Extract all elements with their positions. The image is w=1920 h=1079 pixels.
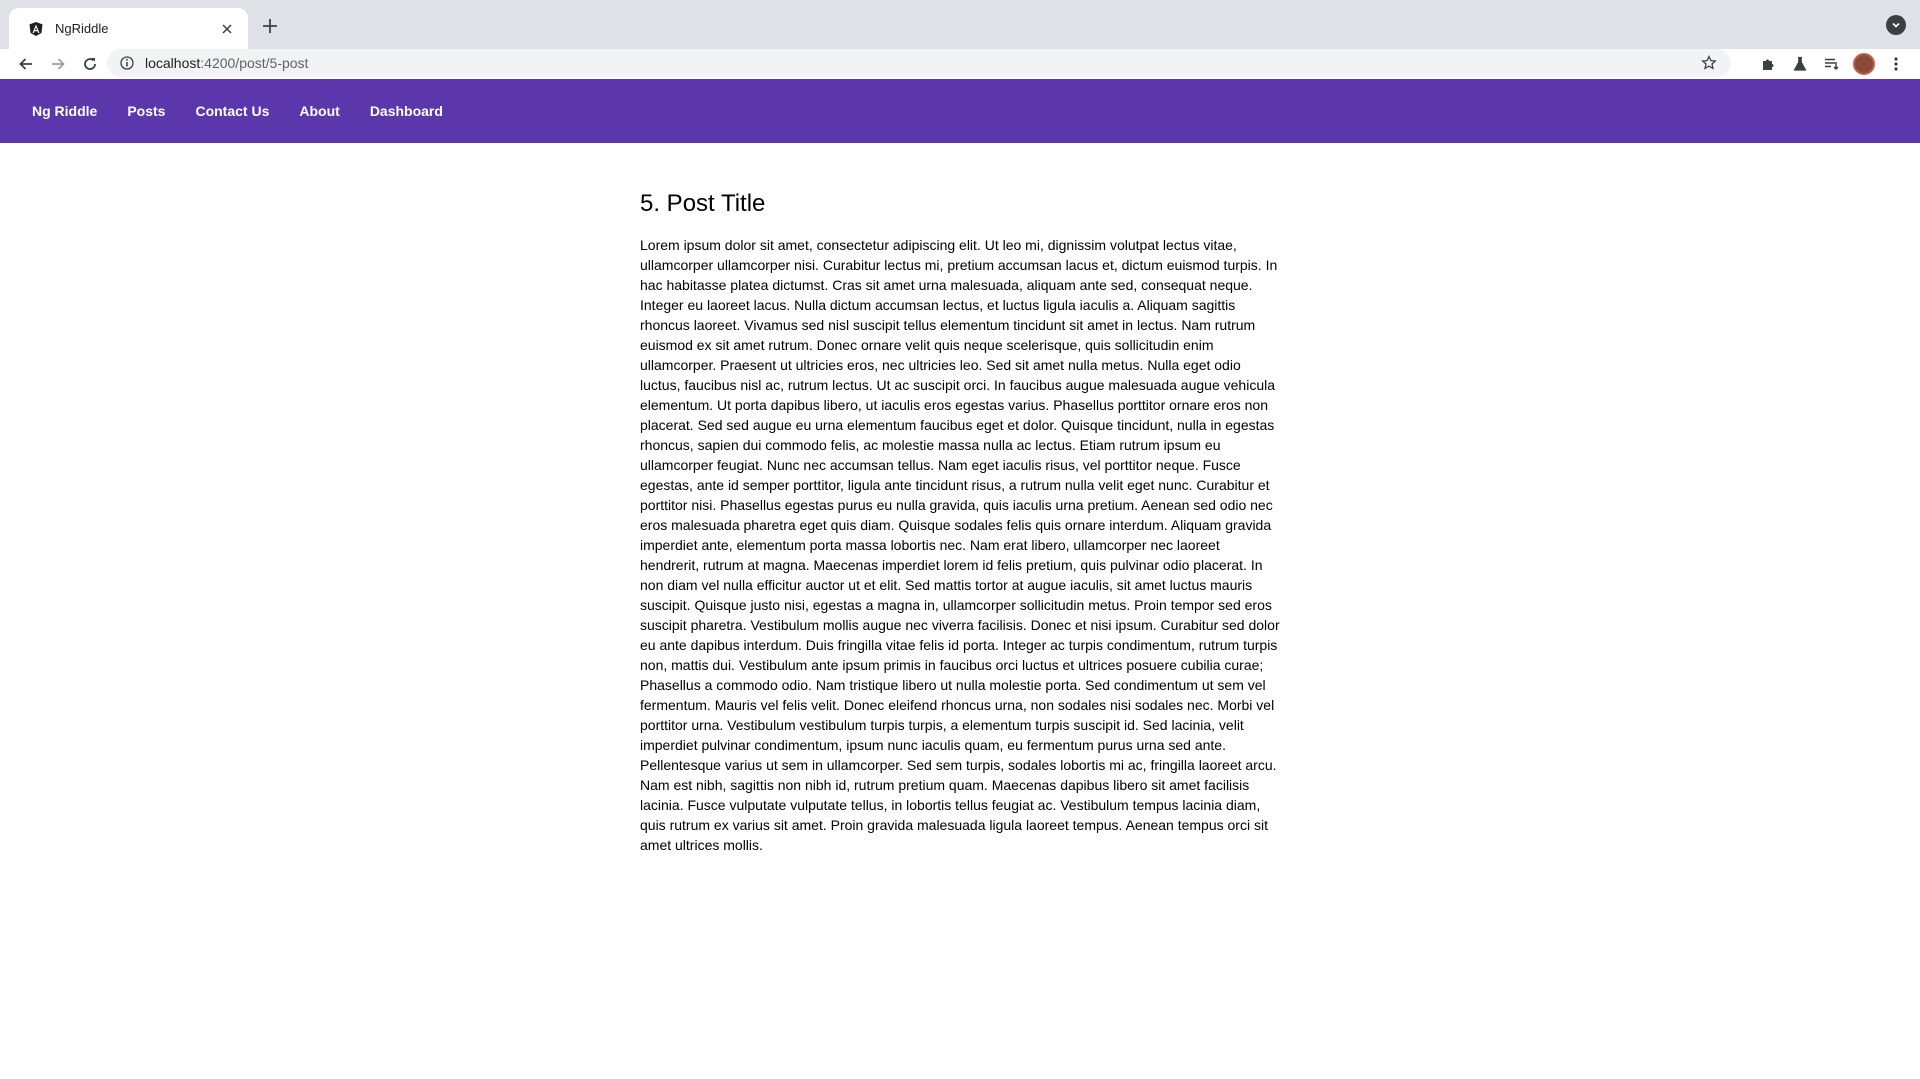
bookmark-star-icon[interactable] [1699,53,1719,73]
url-path: :4200/post/5-post [200,55,309,71]
tab-title: NgRiddle [55,21,109,36]
info-icon[interactable] [119,55,135,71]
forward-button[interactable] [44,50,72,78]
menu-kebab-icon[interactable] [1880,50,1912,78]
nav-link-about[interactable]: About [287,93,351,129]
post-body: Lorem ipsum dolor sit amet, consectetur … [640,237,1280,853]
labs-flask-icon[interactable] [1784,50,1816,78]
address-bar[interactable]: localhost:4200/post/5-post [107,49,1731,77]
browser-tab[interactable]: NgRiddle [9,8,248,49]
nav-link-dashboard[interactable]: Dashboard [358,93,455,129]
browser-toolbar: localhost:4200/post/5-post [0,49,1920,79]
new-tab-button[interactable] [258,14,282,38]
avatar [1853,53,1875,75]
angular-icon [27,20,45,38]
toolbar-actions [1752,50,1912,78]
browser-tabstrip: NgRiddle [0,0,1920,49]
post-content: 5. Post Title Lorem ipsum dolor sit amet… [640,190,1280,855]
tab-search-icon[interactable] [1886,15,1906,35]
reload-button[interactable] [76,50,104,78]
reading-list-icon[interactable] [1816,50,1848,78]
post-title: 5. Post Title [640,190,766,217]
nav-link-posts[interactable]: Posts [115,93,177,129]
profile-avatar[interactable] [1848,50,1880,78]
nav-brand-ng-riddle[interactable]: Ng Riddle [20,93,109,129]
app-navbar: Ng Riddle Posts Contact Us About Dashboa… [0,79,1920,143]
back-button[interactable] [12,50,40,78]
nav-link-contact-us[interactable]: Contact Us [183,93,281,129]
url-text: localhost:4200/post/5-post [145,55,1699,71]
close-icon[interactable] [218,20,236,38]
extensions-puzzle-icon[interactable] [1752,50,1784,78]
url-host: localhost [145,55,201,71]
